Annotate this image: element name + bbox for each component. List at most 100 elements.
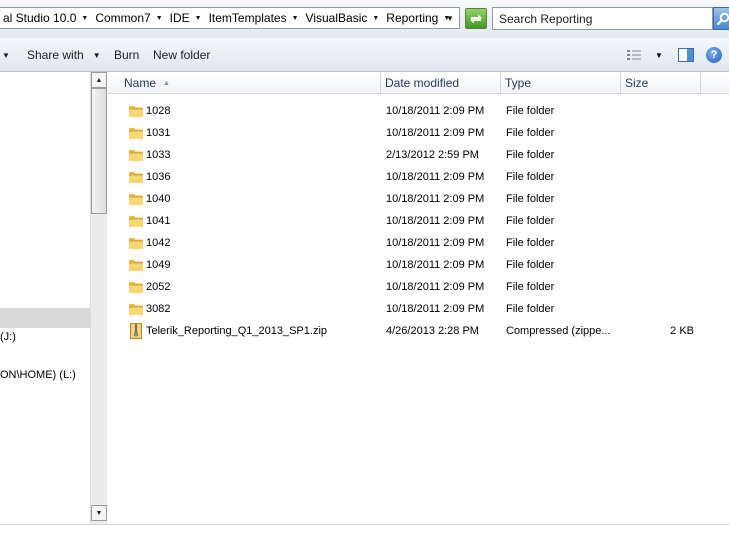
nav-item-drive-j[interactable]: (J:) xyxy=(0,327,90,347)
breadcrumb[interactable]: al Studio 10.0 ▼ Common7 ▼ IDE ▼ ItemTempla… xyxy=(0,7,460,29)
file-name: 1036 xyxy=(146,171,171,183)
file-type: File folder xyxy=(506,105,555,117)
chevron-right-icon[interactable]: ▼ xyxy=(372,15,379,22)
breadcrumb-label: IDE xyxy=(169,11,190,25)
column-header-label: Date modified xyxy=(385,76,460,90)
file-name: 1049 xyxy=(146,259,171,271)
sort-ascending-icon: ▲ xyxy=(163,79,170,87)
chevron-down-icon[interactable]: ▼ xyxy=(2,51,10,60)
view-options-dropdown[interactable]: ▼ xyxy=(653,47,665,63)
file-name: Telerik_Reporting_Q1_2013_SP1.zip xyxy=(146,325,328,337)
address-bar-row: al Studio 10.0 ▼ Common7 ▼ IDE ▼ ItemTempla… xyxy=(0,0,729,38)
breadcrumb-item[interactable]: VisualBasic ▼ xyxy=(303,8,384,28)
folder-icon xyxy=(128,298,144,320)
column-header-size[interactable]: Size xyxy=(621,72,701,94)
file-type: Compressed (zippe... xyxy=(506,325,611,337)
search-box[interactable] xyxy=(492,7,713,30)
column-header-name[interactable]: Name ▲ xyxy=(120,72,381,94)
file-row[interactable]: 1033 2/13/2012 2:59 PM File folder xyxy=(108,144,729,166)
file-size xyxy=(621,210,694,232)
scroll-thumb[interactable] xyxy=(91,88,107,214)
preview-pane-icon xyxy=(678,48,694,62)
chevron-right-icon[interactable]: ▼ xyxy=(292,15,299,22)
scroll-up-button[interactable]: ▲ xyxy=(91,72,107,88)
search-button[interactable] xyxy=(713,7,729,30)
file-row[interactable]: 1036 10/18/2011 2:09 PM File folder xyxy=(108,166,729,188)
search-input[interactable] xyxy=(493,8,712,29)
share-with-button[interactable]: Share with ▼ xyxy=(27,38,101,72)
breadcrumb-item[interactable]: ItemTemplates ▼ xyxy=(206,8,303,28)
column-header-label: Name xyxy=(124,76,157,90)
share-with-label: Share with xyxy=(27,48,84,62)
address-history-dropdown[interactable]: ▼ xyxy=(444,10,456,26)
change-view-button[interactable] xyxy=(625,47,643,63)
file-date-modified: 10/18/2011 2:09 PM xyxy=(386,237,485,249)
details-view-icon xyxy=(627,50,641,60)
chevron-right-icon[interactable]: ▼ xyxy=(195,15,202,22)
file-type: File folder xyxy=(506,171,555,183)
folder-icon xyxy=(128,232,144,254)
file-size: 2 KB xyxy=(670,325,694,337)
file-row[interactable]: Telerik_Reporting_Q1_2013_SP1.zip 4/26/20… xyxy=(108,320,729,342)
folder-icon xyxy=(128,188,144,210)
file-row[interactable]: 3082 10/18/2011 2:09 PM File folder xyxy=(108,298,729,320)
breadcrumb-item[interactable]: al Studio 10.0 ▼ xyxy=(0,8,92,28)
chevron-down-icon[interactable]: ▼ xyxy=(93,51,101,60)
help-button[interactable]: ? xyxy=(706,47,722,63)
file-row[interactable]: 1041 10/18/2011 2:09 PM File folder xyxy=(108,210,729,232)
file-name: 2052 xyxy=(146,281,171,293)
breadcrumb-label: ItemTemplates xyxy=(208,11,287,25)
organize-dropdown[interactable]: ▼ xyxy=(0,38,14,72)
chevron-right-icon[interactable]: ▼ xyxy=(156,15,163,22)
file-name: 1042 xyxy=(146,237,171,249)
column-header-date-modified[interactable]: Date modified xyxy=(381,72,501,94)
folder-icon xyxy=(128,144,144,166)
file-row[interactable]: 1042 10/18/2011 2:09 PM File folder xyxy=(108,232,729,254)
scroll-down-button[interactable]: ▼ xyxy=(91,505,107,521)
breadcrumb-label: al Studio 10.0 xyxy=(3,11,77,25)
nav-item-drive-l[interactable]: ON\HOME) (L:) xyxy=(0,365,90,385)
file-size xyxy=(621,276,694,298)
new-folder-button[interactable]: New folder xyxy=(153,38,210,72)
breadcrumb-item[interactable]: Common7 ▼ xyxy=(92,8,166,28)
file-row[interactable]: 1028 10/18/2011 2:09 PM File folder xyxy=(108,100,729,122)
chevron-right-icon[interactable]: ▼ xyxy=(81,15,88,22)
file-row[interactable]: 1031 10/18/2011 2:09 PM File folder xyxy=(108,122,729,144)
file-size xyxy=(621,232,694,254)
file-row[interactable]: 2052 10/18/2011 2:09 PM File folder xyxy=(108,276,729,298)
file-date-modified: 10/18/2011 2:09 PM xyxy=(386,193,485,205)
file-size xyxy=(621,100,694,122)
file-size xyxy=(621,298,694,320)
nav-item-label: (J:) xyxy=(0,331,16,343)
burn-label: Burn xyxy=(114,48,140,62)
nav-item-selected[interactable] xyxy=(0,308,90,328)
command-bar: ▼ Share with ▼ Burn New folder ▼ ? xyxy=(0,38,729,72)
preview-pane-button[interactable] xyxy=(677,47,695,63)
arrow-up-icon: ▲ xyxy=(95,76,103,84)
new-folder-label: New folder xyxy=(153,48,211,62)
navigation-pane: (J:) ON\HOME) (L:) xyxy=(0,72,90,524)
window-bottom-edge xyxy=(0,524,729,537)
folder-icon xyxy=(128,166,144,188)
file-name: 1028 xyxy=(146,105,171,117)
nav-scrollbar[interactable]: ▲ ▼ xyxy=(90,72,107,524)
file-name: 1031 xyxy=(146,127,171,139)
zip-file-icon xyxy=(128,320,144,342)
file-list: Name ▲ Date modified Type Size 1028 10/18… xyxy=(108,72,729,524)
file-type: File folder xyxy=(506,193,555,205)
breadcrumb-item[interactable]: IDE ▼ xyxy=(167,8,206,28)
burn-button[interactable]: Burn xyxy=(114,38,139,72)
file-type: File folder xyxy=(506,259,555,271)
column-header-type[interactable]: Type xyxy=(501,72,621,94)
refresh-button[interactable] xyxy=(465,8,487,29)
file-size xyxy=(621,166,694,188)
folder-icon xyxy=(128,100,144,122)
file-date-modified: 10/18/2011 2:09 PM xyxy=(386,127,485,139)
file-date-modified: 4/26/2013 2:28 PM xyxy=(386,325,479,337)
folder-icon xyxy=(128,254,144,276)
file-row[interactable]: 1040 10/18/2011 2:09 PM File folder xyxy=(108,188,729,210)
file-type: File folder xyxy=(506,149,555,161)
file-row[interactable]: 1049 10/18/2011 2:09 PM File folder xyxy=(108,254,729,276)
folder-icon xyxy=(128,210,144,232)
refresh-icon xyxy=(470,14,482,23)
